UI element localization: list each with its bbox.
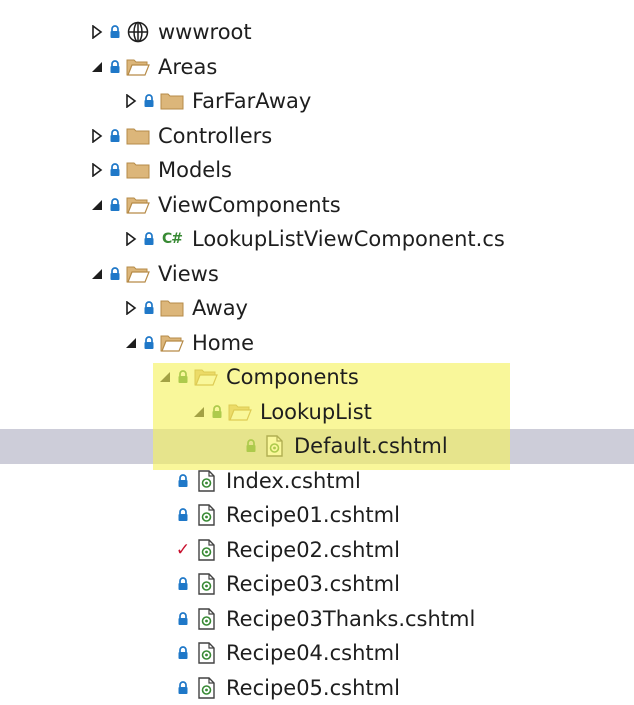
expanded-arrow-icon[interactable] [154,360,176,394]
checked-in-lock-icon [176,567,190,601]
tree-row[interactable]: Default.cshtml [0,429,634,464]
tree-item-label: Areas [158,50,217,84]
csharp-file-icon: C# [160,222,184,256]
tree-row[interactable]: Components [0,360,634,395]
tree-row[interactable]: ViewComponents [0,188,634,223]
razor-file-icon [194,498,218,532]
collapsed-arrow-icon[interactable] [120,291,142,325]
tree-row[interactable]: Controllers [0,119,634,154]
tree-row[interactable]: Recipe04.cshtml [0,636,634,671]
tree-row[interactable]: Index.cshtml [0,464,634,499]
expanded-arrow-icon[interactable] [86,188,108,222]
razor-file-icon [262,429,286,463]
tree-row[interactable]: FarFarAway [0,84,634,119]
tree-item-label: Views [158,257,219,291]
expanded-arrow-icon[interactable] [86,50,108,84]
tree-item-label: LookupListViewComponent.cs [192,222,505,256]
folder-open-icon [228,395,252,429]
checked-in-lock-icon [176,602,190,636]
tree-item-label: Recipe02.cshtml [226,533,400,567]
globe-icon [126,15,150,49]
razor-file-icon [194,533,218,567]
tree-item-label: Recipe01.cshtml [226,498,400,532]
folder-open-icon [126,50,150,84]
csharp-icon-text: C# [162,231,182,247]
tree-row[interactable]: Recipe01.cshtml [0,498,634,533]
tree-row[interactable]: LookupList [0,395,634,430]
expanded-arrow-icon[interactable] [86,257,108,291]
tree-row[interactable]: wwwroot [0,15,634,50]
tree-row[interactable]: C# LookupListViewComponent.cs [0,222,634,257]
folder-icon [126,153,150,187]
tree-item-label: Recipe03Thanks.cshtml [226,602,475,636]
tree-item-label: Controllers [158,119,272,153]
collapsed-arrow-icon[interactable] [86,15,108,49]
tree-row[interactable]: Recipe03Thanks.cshtml [0,602,634,637]
tree-item-label: Default.cshtml [294,429,448,463]
tree-row[interactable]: Away [0,291,634,326]
checked-in-lock-icon [142,84,156,118]
folder-open-icon [160,326,184,360]
tree-row[interactable]: Views [0,257,634,292]
folder-open-icon [126,257,150,291]
tree-item-label: Recipe04.cshtml [226,636,400,670]
folder-icon [160,84,184,118]
razor-file-icon [194,636,218,670]
checked-in-lock-icon [176,498,190,532]
pending-add-lock-icon [244,429,258,463]
checked-in-lock-icon [142,222,156,256]
tree-item-label: Home [192,326,254,360]
expanded-arrow-icon[interactable] [120,326,142,360]
pending-add-lock-icon [210,395,224,429]
folder-open-icon [194,360,218,394]
pending-edit-checkmark-icon: ✓ [176,533,190,567]
tree-item-label: Models [158,153,232,187]
expanded-arrow-icon[interactable] [188,395,210,429]
collapsed-arrow-icon[interactable] [86,153,108,187]
tree-row[interactable]: Recipe03.cshtml [0,567,634,602]
tree-row[interactable]: Home [0,326,634,361]
checked-in-lock-icon [142,291,156,325]
tree-item-label: Away [192,291,248,325]
checked-in-lock-icon [108,153,122,187]
checked-in-lock-icon [108,50,122,84]
collapsed-arrow-icon[interactable] [120,222,142,256]
tree-item-label: ViewComponents [158,188,341,222]
collapsed-arrow-icon[interactable] [86,119,108,153]
tree-item-label: LookupList [260,395,372,429]
collapsed-arrow-icon[interactable] [120,84,142,118]
checked-in-lock-icon [142,326,156,360]
checked-in-lock-icon [108,15,122,49]
razor-file-icon [194,602,218,636]
tree-row[interactable]: ✓ Recipe02.cshtml [0,533,634,568]
checked-in-lock-icon [108,257,122,291]
razor-file-icon [194,464,218,498]
tree-row[interactable]: Areas [0,50,634,85]
tree-item-label: Components [226,360,359,394]
checked-in-lock-icon [108,119,122,153]
checked-in-lock-icon [176,636,190,670]
folder-icon [160,291,184,325]
folder-icon [126,119,150,153]
tree-item-label: FarFarAway [192,84,311,118]
tree-item-label: wwwroot [158,15,252,49]
tree-item-label: Recipe03.cshtml [226,567,400,601]
tree-row[interactable]: Models [0,153,634,188]
tree-item-label: Index.cshtml [226,464,361,498]
solution-explorer-tree: wwwrootAreasFarFarAwayControllersModelsV… [0,0,634,700]
folder-open-icon [126,188,150,222]
checked-in-lock-icon [108,188,122,222]
pending-add-lock-icon [176,360,190,394]
razor-file-icon [194,567,218,601]
checked-in-lock-icon [176,464,190,498]
